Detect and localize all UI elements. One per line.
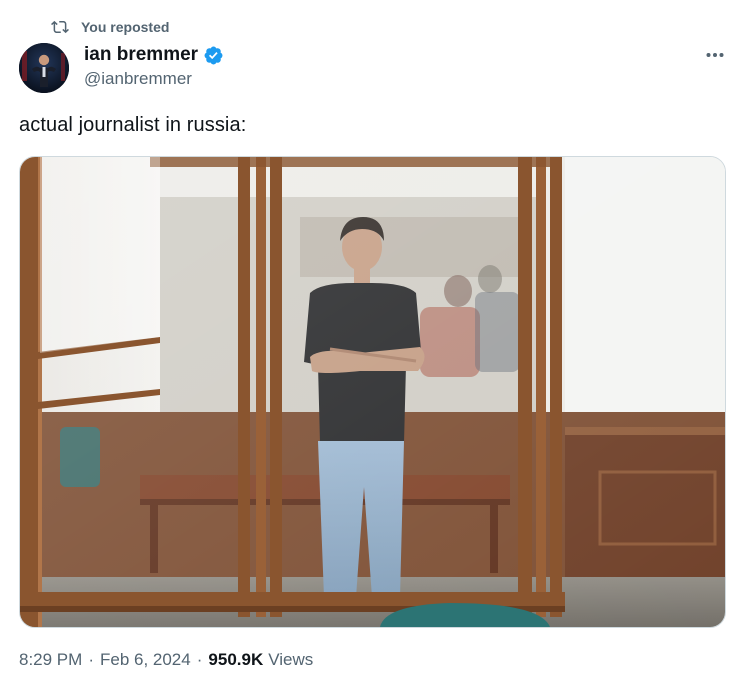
meta-separator: · (196, 650, 203, 669)
repost-indicator[interactable]: You reposted (51, 17, 169, 37)
meta-separator: · (88, 650, 94, 669)
author-name[interactable]: ian bremmer (84, 44, 198, 66)
views-count: 950.9K (208, 650, 264, 669)
more-options-button[interactable] (700, 42, 730, 66)
more-dots-icon (705, 45, 725, 63)
tweet-text: actual journalist in russia: (19, 114, 247, 136)
author-handle[interactable]: @ianbremmer (84, 69, 192, 89)
avatar[interactable] (19, 43, 69, 93)
tweet-meta: 8:29 PM · Feb 6, 2024 · 950.9K Views (19, 650, 313, 670)
verified-badge-icon[interactable] (203, 45, 224, 66)
repost-icon (51, 18, 69, 36)
tweet-photo[interactable] (19, 156, 726, 628)
author-name-row: ian bremmer (84, 43, 224, 67)
tweet-time[interactable]: 8:29 PM (19, 650, 82, 670)
repost-label: You reposted (81, 19, 170, 35)
tweet-date[interactable]: Feb 6, 2024 (100, 650, 191, 670)
views-label: Views (268, 650, 314, 669)
